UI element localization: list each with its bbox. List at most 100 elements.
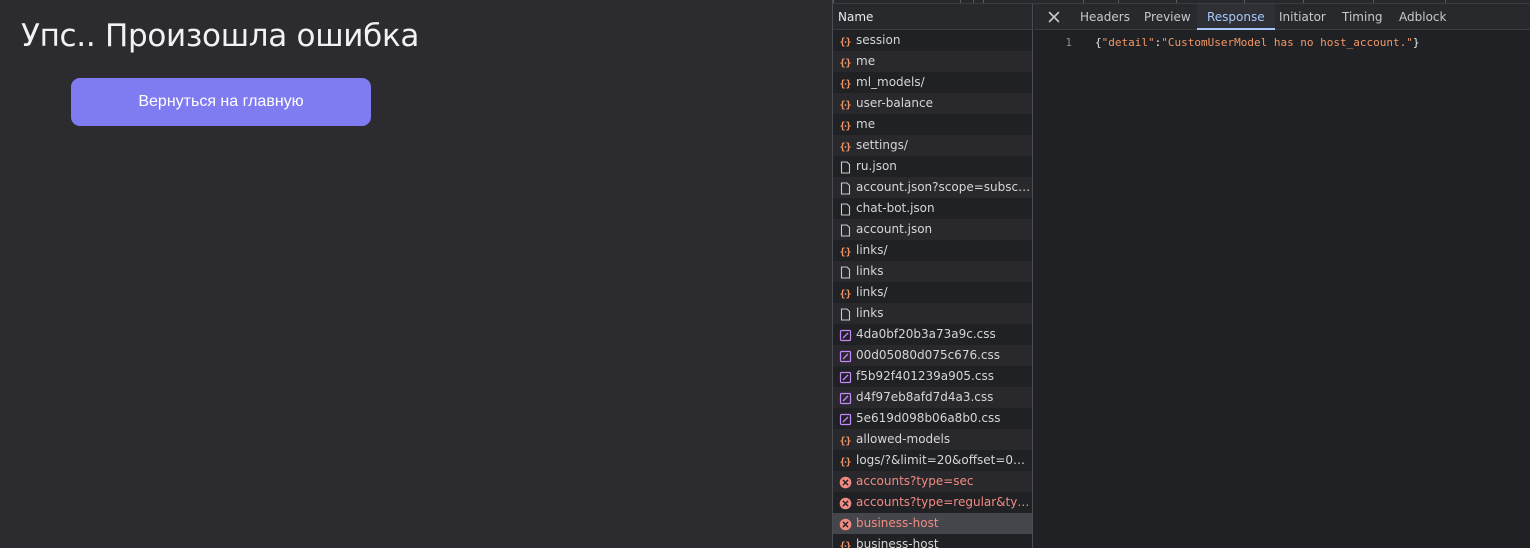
request-name: links: [856, 306, 884, 320]
request-row[interactable]: d4f97eb8afd7d4a3.css: [833, 387, 1032, 408]
json-braces-icon: {}: [839, 139, 852, 153]
request-row[interactable]: chat-bot.json: [833, 198, 1032, 219]
request-row[interactable]: {} me: [833, 114, 1032, 135]
request-name: session: [856, 33, 901, 47]
request-name: ru.json: [856, 159, 897, 173]
stylesheet-icon: [839, 328, 852, 342]
request-row[interactable]: 00d05080d075c676.css: [833, 345, 1032, 366]
document-icon: [839, 307, 852, 321]
request-name: business-host: [856, 516, 939, 530]
document-icon: [839, 223, 852, 237]
request-row[interactable]: {} me: [833, 51, 1032, 72]
page-title: Упс.. Произошла ошибка: [21, 18, 420, 54]
overview-tick: [1445, 0, 1446, 3]
json-braces-icon: {}: [839, 55, 852, 69]
overview-tick: [973, 0, 974, 3]
request-row[interactable]: {} settings/: [833, 135, 1032, 156]
request-row[interactable]: {} links/: [833, 240, 1032, 261]
request-row[interactable]: f5b92f401239a905.css: [833, 366, 1032, 387]
request-name: accounts?type=regular&type...: [856, 495, 1032, 509]
home-button[interactable]: Вернуться на главную: [71, 78, 371, 126]
request-row[interactable]: accounts?type=regular&type...: [833, 492, 1032, 513]
request-name: logs/?&limit=20&offset=0&lo...: [856, 453, 1032, 467]
request-row[interactable]: {} session: [833, 30, 1032, 51]
request-name: accounts?type=sec: [856, 474, 974, 488]
overview-tick: [983, 0, 984, 3]
request-row[interactable]: links: [833, 261, 1032, 282]
request-row[interactable]: {} links/: [833, 282, 1032, 303]
request-name: f5b92f401239a905.css: [856, 369, 994, 383]
request-row[interactable]: {} allowed-models: [833, 429, 1032, 450]
json-braces-icon: {}: [839, 286, 852, 300]
request-name: user-balance: [856, 96, 933, 110]
request-row[interactable]: business-host: [833, 513, 1032, 534]
document-icon: [839, 181, 852, 195]
tab-adblock[interactable]: Adblock: [1389, 4, 1456, 30]
overview-tick: [1303, 0, 1304, 3]
request-name: 4da0bf20b3a73a9c.css: [856, 327, 996, 341]
request-list: Name {} session {} me {} ml_models/ {} user-bal…: [833, 4, 1033, 548]
request-name: 00d05080d075c676.css: [856, 348, 1000, 362]
request-row[interactable]: {} logs/?&limit=20&offset=0&lo...: [833, 450, 1032, 471]
stylesheet-icon: [839, 412, 852, 426]
request-row[interactable]: accounts?type=sec: [833, 471, 1032, 492]
response-code-line[interactable]: {"detail":"CustomUserModel has no host_a…: [1095, 34, 1420, 52]
request-row[interactable]: {} business-host: [833, 534, 1032, 548]
request-row[interactable]: {} user-balance: [833, 93, 1032, 114]
name-column-header[interactable]: Name: [833, 4, 1032, 30]
request-name: account.json: [856, 222, 933, 236]
request-detail-pane: Headers Preview Response Initiator Timin…: [1034, 4, 1530, 548]
request-name: links/: [856, 285, 888, 299]
tab-headers[interactable]: Headers: [1070, 4, 1140, 30]
devtools-panel: Name {} session {} me {} ml_models/ {} user-bal…: [832, 0, 1530, 548]
stylesheet-icon: [839, 349, 852, 363]
overview-tick: [960, 0, 961, 3]
stylesheet-icon: [839, 370, 852, 384]
request-name: allowed-models: [856, 432, 951, 446]
json-braces-icon: {}: [839, 76, 852, 90]
json-braces-icon: {}: [839, 244, 852, 258]
request-name: chat-bot.json: [856, 201, 935, 215]
json-braces-icon: {}: [839, 118, 852, 132]
request-row[interactable]: 5e619d098b06a8b0.css: [833, 408, 1032, 429]
document-icon: [839, 160, 852, 174]
overview-tick: [1244, 0, 1245, 3]
request-row[interactable]: account.json?scope=subscribe: [833, 177, 1032, 198]
json-open-brace: {: [1095, 36, 1102, 49]
request-name: links/: [856, 243, 888, 257]
tab-response[interactable]: Response: [1197, 4, 1275, 30]
json-key: "detail": [1101, 36, 1155, 49]
request-row[interactable]: {} ml_models/: [833, 72, 1032, 93]
json-close-brace: }: [1412, 36, 1420, 49]
page-viewport: Упс.. Произошла ошибка Вернуться на глав…: [0, 0, 832, 548]
svg-text:{}: {}: [839, 541, 851, 548]
error-icon: [839, 517, 852, 531]
request-name: me: [856, 117, 876, 131]
request-name: business-host: [856, 537, 939, 548]
error-icon: [839, 496, 852, 510]
request-row[interactable]: 4da0bf20b3a73a9c.css: [833, 324, 1032, 345]
error-icon: [839, 475, 852, 489]
request-row[interactable]: ru.json: [833, 156, 1032, 177]
detail-tabbar: Headers Preview Response Initiator Timin…: [1034, 4, 1530, 30]
tab-timing[interactable]: Timing: [1332, 4, 1393, 30]
request-row[interactable]: links: [833, 303, 1032, 324]
request-row[interactable]: account.json: [833, 219, 1032, 240]
overview-tick: [833, 0, 834, 3]
overview-tick: [1176, 0, 1177, 3]
overview-tick: [1373, 0, 1374, 3]
tab-initiator[interactable]: Initiator: [1269, 4, 1336, 30]
document-icon: [839, 202, 852, 216]
close-icon[interactable]: [1046, 9, 1062, 25]
stylesheet-icon: [839, 391, 852, 405]
json-braces-icon: {}: [839, 454, 852, 468]
request-name: links: [856, 264, 884, 278]
overview-tick: [1118, 0, 1119, 3]
tab-preview[interactable]: Preview: [1134, 4, 1201, 30]
request-name: settings/: [856, 138, 908, 152]
overview-tick: [1083, 0, 1084, 3]
request-name: account.json?scope=subscribe: [856, 180, 1032, 194]
request-name: d4f97eb8afd7d4a3.css: [856, 390, 994, 404]
document-icon: [839, 265, 852, 279]
json-braces-icon: {}: [839, 433, 852, 447]
